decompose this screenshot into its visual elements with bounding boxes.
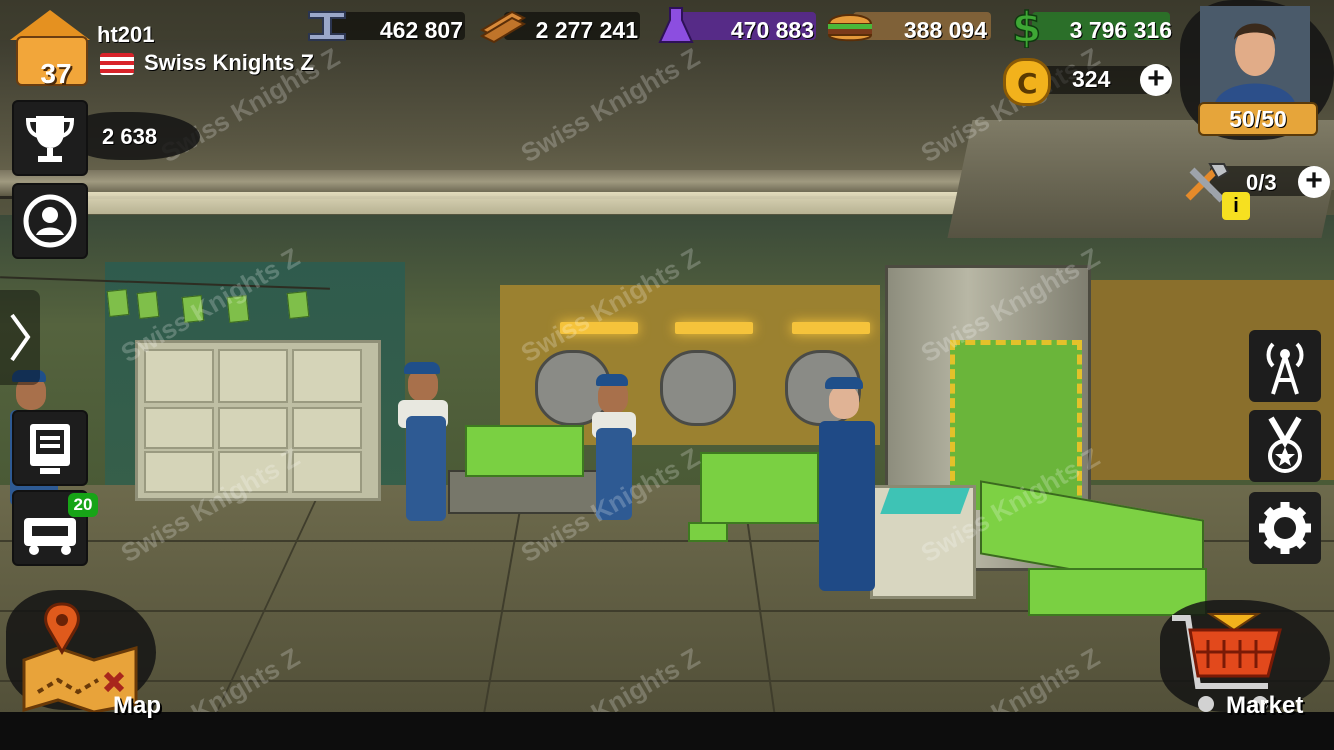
- commander-portrait-icon: [1200, 6, 1310, 106]
- cash-resource[interactable]: $ 3 796 316: [1008, 4, 1172, 48]
- bottom-bar: [0, 712, 1334, 750]
- medal-icon: [1268, 416, 1302, 473]
- storage-cabinet: [135, 340, 381, 501]
- money-stack[interactable]: [700, 452, 819, 524]
- map-label[interactable]: Map: [113, 692, 161, 720]
- steel-value: 462 807: [379, 17, 463, 43]
- food-value: 388 094: [903, 17, 987, 43]
- burger-icon: [827, 14, 873, 42]
- cash-value: 3 796 316: [1069, 17, 1172, 43]
- trophy-icon: [25, 116, 75, 162]
- supervisor-character[interactable]: [815, 375, 885, 595]
- expand-panel-button[interactable]: [0, 290, 40, 385]
- avatar[interactable]: [1200, 6, 1310, 106]
- chevron-right-icon: [10, 313, 31, 362]
- market-label[interactable]: Market: [1226, 692, 1303, 720]
- profile-button[interactable]: [12, 183, 88, 259]
- report-icon: [30, 424, 70, 474]
- profile-icon: [23, 194, 77, 248]
- game-scene: Swiss Knights Z Swiss Knights Z Swiss Kn…: [0, 0, 1334, 750]
- worker-character[interactable]: [398, 360, 468, 525]
- radio-button[interactable]: [1249, 330, 1321, 402]
- money-stack[interactable]: [465, 425, 584, 477]
- radio-tower-icon: [1266, 342, 1304, 395]
- science-value: 470 883: [730, 17, 814, 43]
- vehicles-count-badge: 20: [68, 493, 98, 517]
- console-screen: [880, 488, 970, 514]
- hanging-banknote: [181, 295, 205, 323]
- steel-resource[interactable]: 462 807: [305, 8, 465, 44]
- hanging-banknote: [136, 291, 160, 319]
- wall-lamp: [792, 322, 870, 334]
- printing-roller: [660, 350, 736, 426]
- food-resource[interactable]: 388 094: [825, 8, 993, 44]
- trophy-button[interactable]: [12, 100, 88, 176]
- base-level-button[interactable]: 37: [10, 10, 90, 89]
- wall-lamp: [560, 322, 638, 334]
- settings-button[interactable]: [1249, 492, 1321, 564]
- trophy-count: 2 638: [102, 124, 158, 149]
- hanging-banknote: [226, 295, 250, 323]
- floor-tile-line: [0, 680, 1334, 682]
- science-resource[interactable]: 470 883: [656, 7, 816, 44]
- clan-name[interactable]: Swiss Knights Z: [144, 50, 314, 76]
- flask-icon: [658, 7, 694, 43]
- player-name[interactable]: ht201: [97, 22, 154, 48]
- add-gold-button[interactable]: +: [1140, 64, 1172, 96]
- money-bundle: [688, 522, 728, 542]
- clan-flag-icon: [100, 53, 134, 75]
- info-icon[interactable]: i: [1222, 192, 1250, 220]
- wood-value: 2 277 241: [535, 17, 638, 43]
- energy-bar: 50/50: [1198, 102, 1318, 136]
- gold-coin-icon: C: [1003, 58, 1051, 106]
- wall-lamp: [675, 322, 753, 334]
- ceiling-light: [80, 192, 1030, 214]
- wood-resource[interactable]: 2 277 241: [478, 8, 640, 44]
- reports-button[interactable]: [12, 410, 88, 486]
- gold-value: 324: [1072, 66, 1111, 92]
- player-level: 37: [40, 58, 72, 89]
- gear-icon: [1259, 502, 1311, 554]
- steel-beam-icon: [308, 11, 346, 41]
- builders-count: 0/3: [1246, 170, 1277, 195]
- add-builder-button[interactable]: +: [1298, 166, 1330, 198]
- svg-text:$: $: [1012, 4, 1041, 48]
- achievements-button[interactable]: [1249, 410, 1321, 482]
- hanging-banknote: [106, 289, 130, 317]
- svg-text:C: C: [1017, 67, 1038, 100]
- worker-character[interactable]: [590, 372, 640, 522]
- dollar-icon: $: [1011, 4, 1042, 48]
- hanging-banknote: [286, 291, 310, 319]
